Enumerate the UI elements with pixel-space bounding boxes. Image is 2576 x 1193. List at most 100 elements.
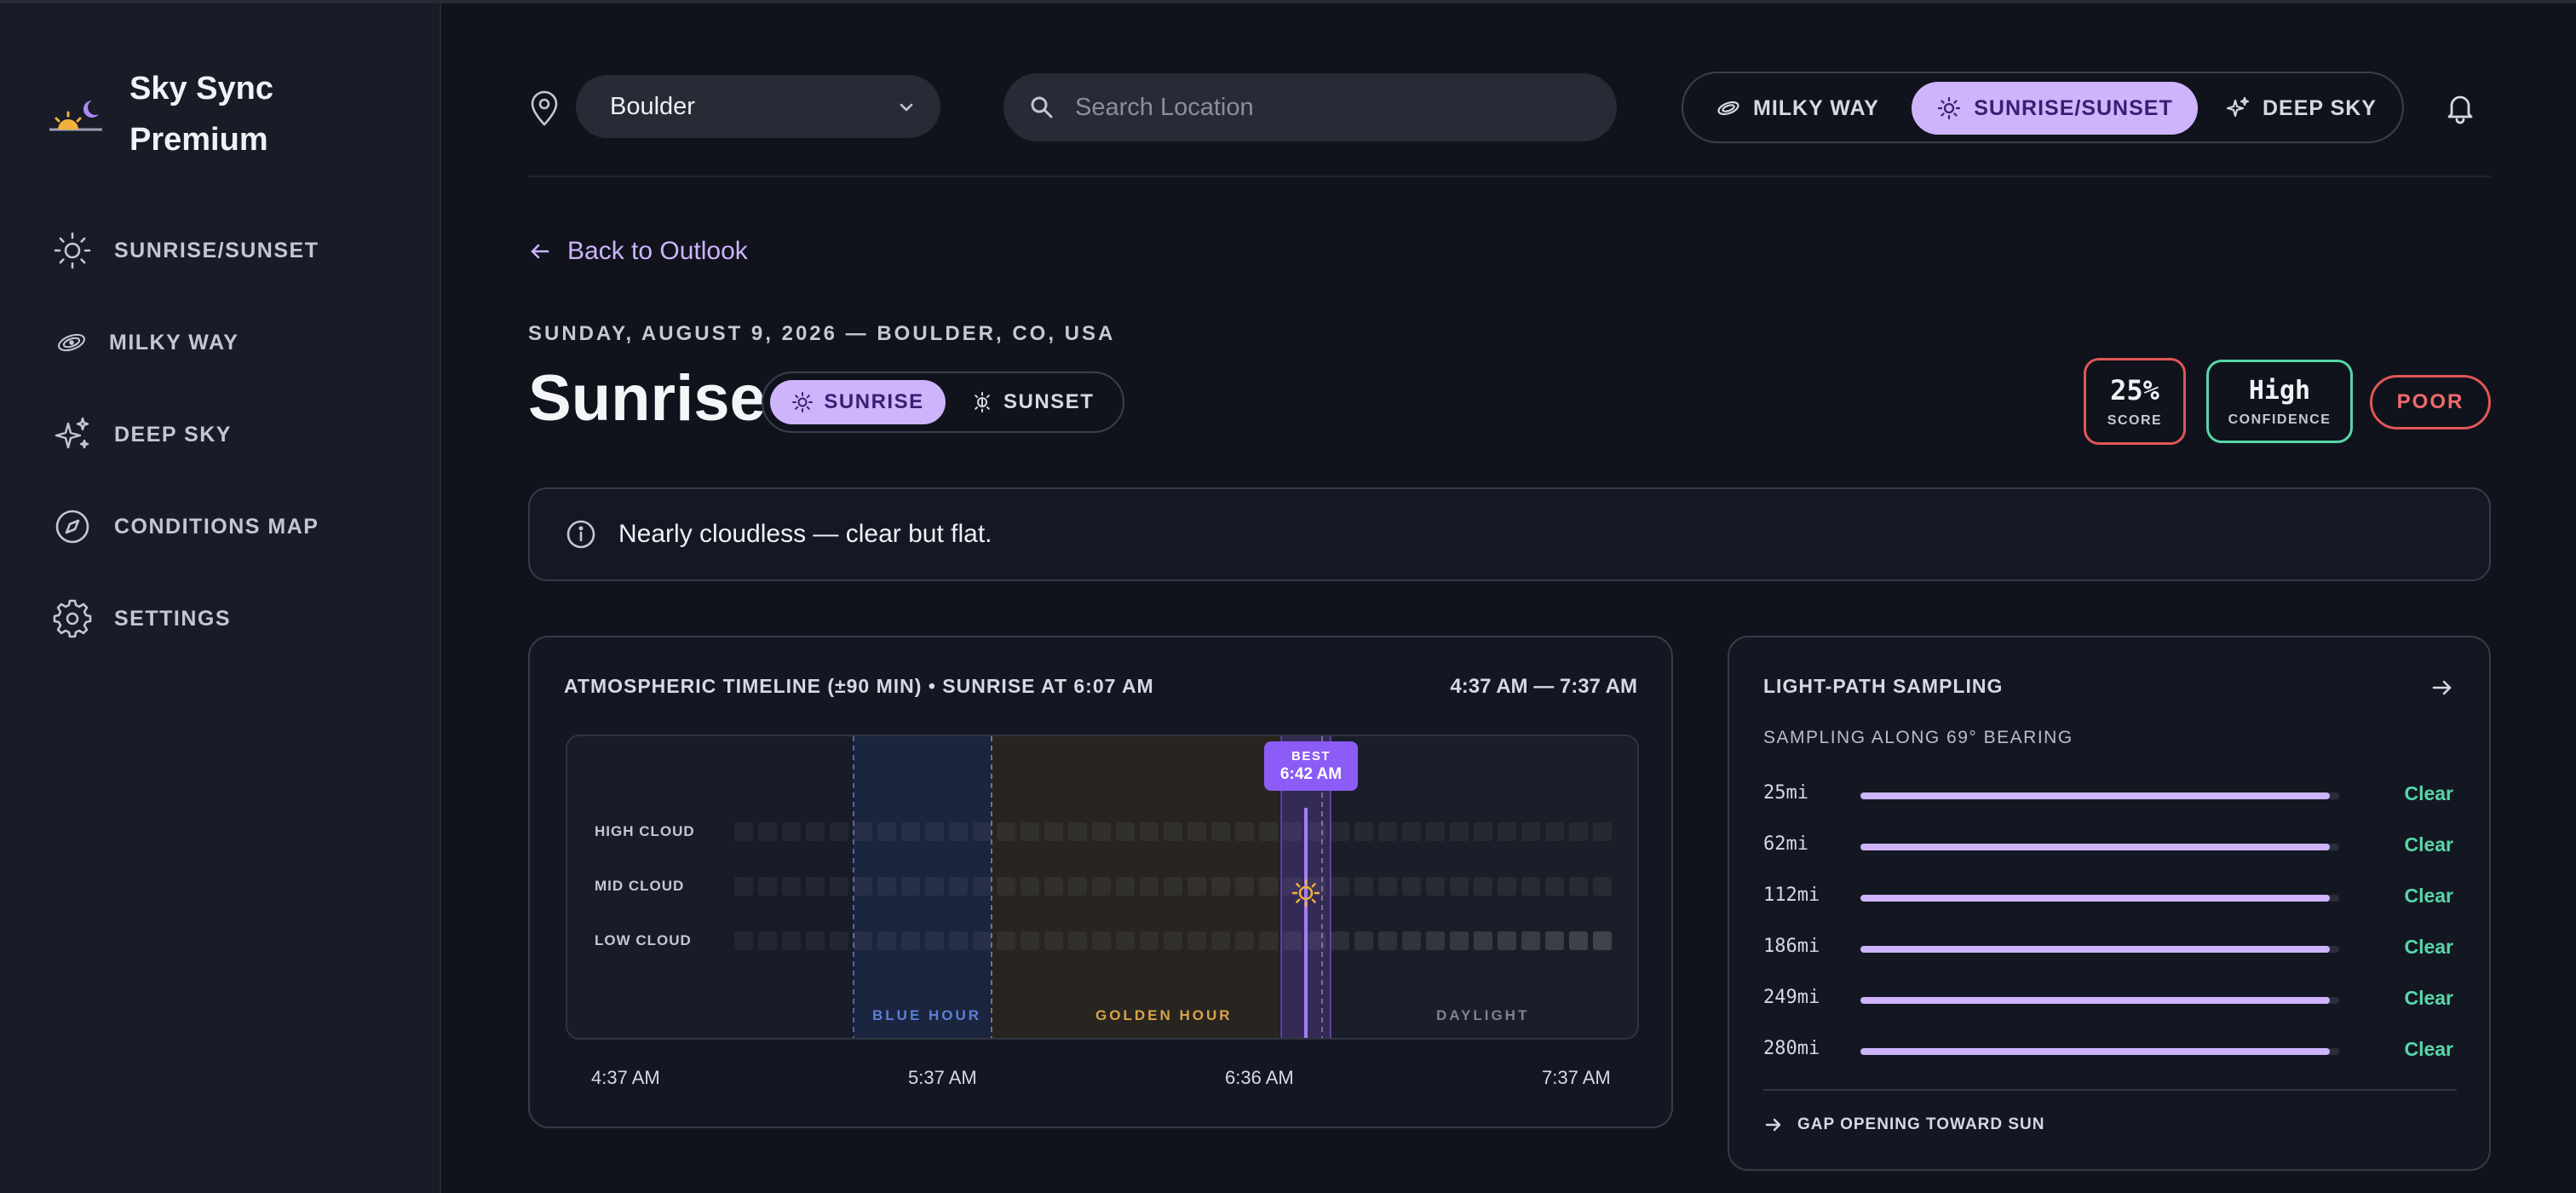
blue-hour-band	[854, 736, 992, 1038]
location-pin-icon	[531, 90, 558, 126]
cloud-cell	[1068, 931, 1087, 950]
cloud-cell	[758, 822, 777, 841]
cloud-cell	[854, 931, 872, 950]
page-title: Sunrise	[528, 362, 766, 435]
cloud-cell	[925, 877, 944, 896]
header-divider	[528, 176, 2491, 177]
cloud-cell	[1187, 877, 1206, 896]
sample-bar-fill	[1860, 792, 2330, 799]
cloud-cell	[1545, 822, 1564, 841]
cloud-cell	[1187, 931, 1206, 950]
sample-status: Clear	[2404, 782, 2453, 804]
cloud-cell	[1164, 877, 1182, 896]
app-title-line1: Sky Sync	[129, 71, 273, 107]
cloud-cell	[1378, 877, 1397, 896]
light-path-footer: GAP OPENING TOWARD SUN	[1763, 1115, 2045, 1135]
cloud-cell	[1354, 931, 1373, 950]
sidebar-item-label: CONDITIONS MAP	[114, 514, 319, 539]
app-title: Sky Sync Premium	[129, 63, 273, 165]
cloud-cell	[1545, 931, 1564, 950]
cloud-cell	[830, 877, 848, 896]
cloud-cell	[782, 877, 801, 896]
search-input[interactable]	[1073, 92, 1588, 123]
sample-row: 25mi Clear	[1763, 782, 2453, 808]
cloud-cell	[973, 877, 992, 896]
mode-milky-way[interactable]: MILKY WAY	[1716, 82, 1879, 135]
sample-bar	[1860, 946, 2339, 953]
toggle-sunrise[interactable]: SUNRISE	[770, 380, 946, 424]
cloud-cell	[1569, 931, 1588, 950]
cloud-cell	[1521, 822, 1540, 841]
cloud-cell	[1116, 931, 1135, 950]
sample-bar-fill	[1860, 1048, 2330, 1055]
mode-sunrise-sunset[interactable]: SUNRISE/SUNSET	[1912, 82, 2198, 135]
bell-icon[interactable]	[2443, 90, 2477, 124]
cloud-cell	[901, 822, 920, 841]
cloud-cell	[1402, 822, 1421, 841]
sidebar-item-deep-sky[interactable]: DEEP SKY	[53, 414, 319, 455]
gear-icon	[53, 599, 92, 638]
info-icon	[566, 520, 595, 549]
sample-bar-fill	[1860, 946, 2330, 953]
sidebar-item-conditions-map[interactable]: CONDITIONS MAP	[53, 506, 319, 547]
cloud-cell	[1378, 822, 1397, 841]
sample-distance: 25mi	[1763, 782, 1808, 804]
cloud-cell	[854, 877, 872, 896]
mode-label: SUNRISE/SUNSET	[1974, 95, 2173, 120]
cloud-cell	[734, 822, 753, 841]
mode-deep-sky[interactable]: DEEP SKY	[2225, 82, 2377, 135]
cloud-cell	[1450, 877, 1469, 896]
light-path-sampling-card: LIGHT-PATH SAMPLING SAMPLING ALONG 69° B…	[1728, 636, 2491, 1171]
cloud-cell	[1521, 877, 1540, 896]
confidence-label: CONFIDENCE	[2228, 412, 2332, 427]
cloud-cell	[1593, 822, 1612, 841]
sample-row: 249mi Clear	[1763, 987, 2453, 1012]
chevron-down-icon	[900, 103, 913, 112]
cloud-cell	[1331, 822, 1349, 841]
cloud-cell	[1092, 877, 1111, 896]
cloud-cell	[1044, 931, 1063, 950]
back-link-label: Back to Outlook	[567, 237, 748, 265]
cloud-cell	[782, 822, 801, 841]
cloud-cell	[1474, 931, 1492, 950]
atmospheric-timeline-card: ATMOSPHERIC TIMELINE (±90 MIN) • SUNRISE…	[528, 636, 1673, 1128]
location-select-value: Boulder	[610, 92, 695, 120]
zone-label-blue-hour: BLUE HOUR	[872, 1007, 982, 1023]
cloud-cell	[1331, 877, 1349, 896]
cloud-cell	[901, 931, 920, 950]
sidebar-item-settings[interactable]: SETTINGS	[53, 598, 319, 639]
toggle-sunrise-label: SUNRISE	[824, 390, 924, 413]
cloud-cell	[1092, 931, 1111, 950]
sunset-icon	[975, 392, 990, 412]
sample-row: 186mi Clear	[1763, 936, 2453, 961]
sample-row: 62mi Clear	[1763, 833, 2453, 859]
row-label-mid-cloud: MID CLOUD	[595, 878, 685, 894]
sidebar-item-milky-way[interactable]: MILKY WAY	[55, 322, 319, 363]
cloud-cell	[949, 931, 968, 950]
back-to-outlook-link[interactable]: Back to Outlook	[528, 237, 748, 266]
sidebar-item-label: SUNRISE/SUNSET	[114, 238, 319, 262]
cloud-cell	[1569, 877, 1588, 896]
arrow-right-icon[interactable]	[2429, 675, 2455, 700]
cloud-cell	[830, 931, 848, 950]
sample-status: Clear	[2404, 833, 2453, 856]
light-path-footer-text: GAP OPENING TOWARD SUN	[1797, 1115, 2045, 1133]
timeline-graphic	[734, 736, 1637, 1038]
sidebar-item-sunrise-sunset[interactable]: SUNRISE/SUNSET	[53, 230, 319, 271]
cloud-cell	[1140, 822, 1159, 841]
toggle-sunset-label: SUNSET	[1003, 390, 1095, 413]
cloud-cell	[1593, 877, 1612, 896]
toggle-sunset[interactable]: SUNSET	[971, 380, 1094, 424]
arrow-right-icon	[1765, 1118, 1781, 1132]
tick-label: 6:36 AM	[1225, 1067, 1294, 1088]
location-select[interactable]: Boulder	[576, 75, 940, 138]
confidence-badge: High CONFIDENCE	[2206, 360, 2353, 443]
cloud-cell	[973, 822, 992, 841]
date-location-line: SUNDAY, AUGUST 9, 2026 — BOULDER, CO, US…	[528, 322, 1116, 345]
sparkles-icon	[55, 417, 89, 449]
cloud-cell	[1021, 822, 1039, 841]
main-content: Boulder MILKY WAY	[528, 0, 2491, 1193]
cloud-cell	[1450, 822, 1469, 841]
top-bar: Boulder MILKY WAY	[528, 72, 2491, 145]
sample-bar-fill	[1860, 997, 2330, 1004]
